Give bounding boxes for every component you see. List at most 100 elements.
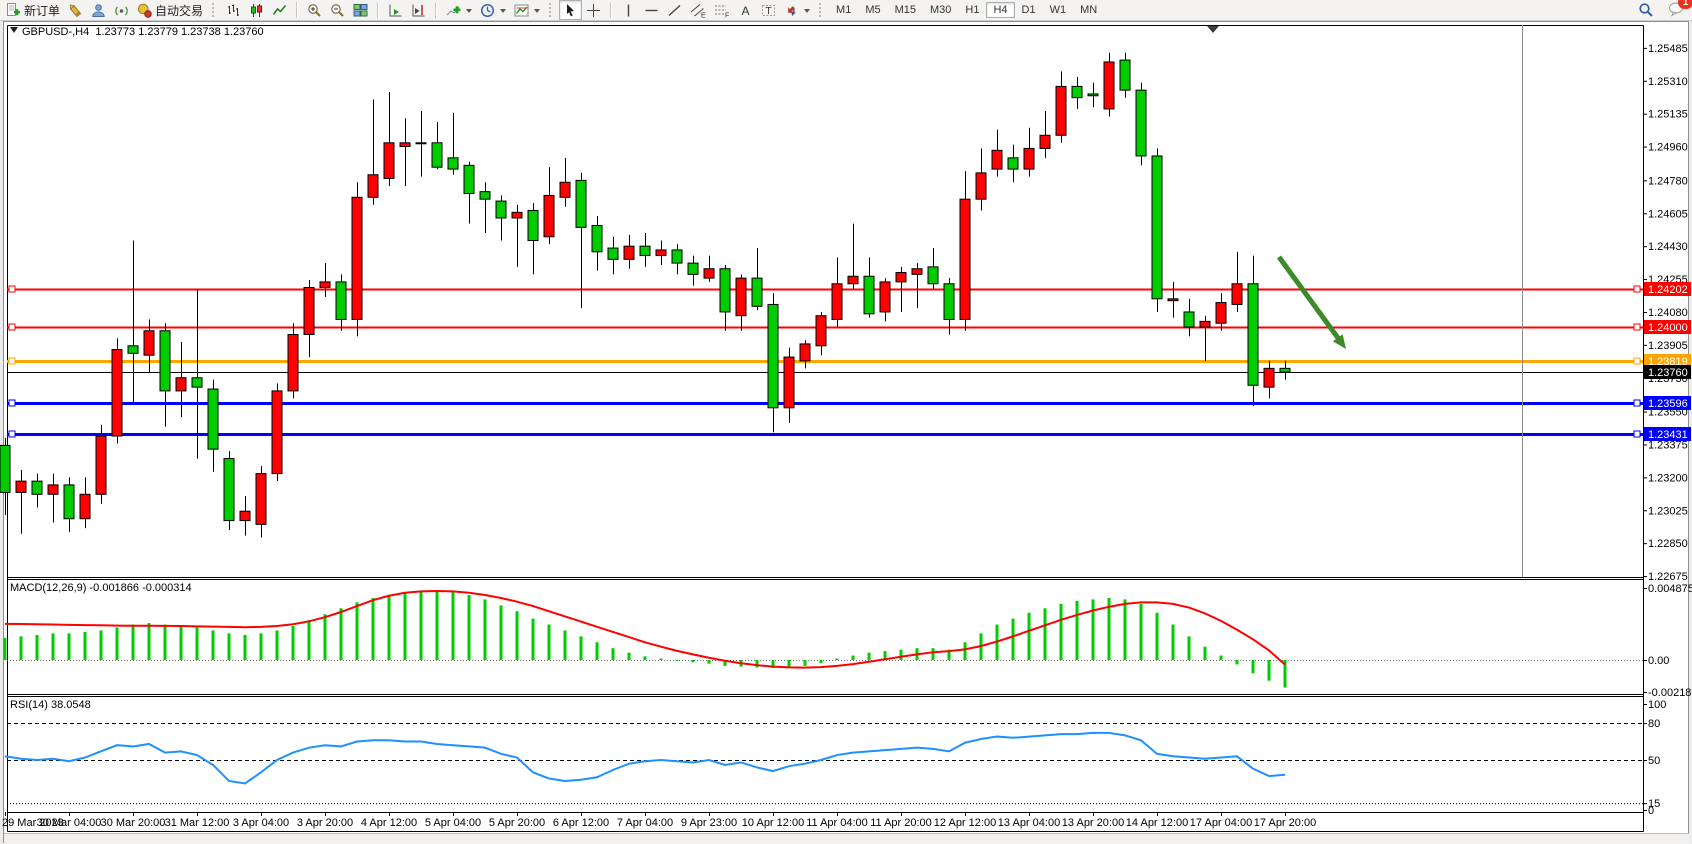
new-order-button[interactable]: 新订单 (2, 0, 64, 20)
candle[interactable] (880, 282, 890, 312)
candle[interactable] (496, 201, 506, 218)
candle[interactable] (256, 474, 266, 525)
candle[interactable] (336, 282, 346, 320)
candle[interactable] (976, 173, 986, 199)
candle[interactable] (48, 485, 58, 494)
line-handle[interactable] (9, 400, 15, 406)
chat-button[interactable]: 1 (1668, 1, 1686, 20)
line-handle[interactable] (1634, 431, 1640, 437)
crayon-button[interactable] (64, 0, 87, 20)
candle[interactable] (400, 143, 410, 147)
candle[interactable] (1248, 284, 1258, 386)
arrows-button[interactable] (780, 0, 814, 20)
candle[interactable] (848, 276, 858, 284)
candle[interactable] (752, 278, 762, 306)
candle[interactable] (1024, 148, 1034, 169)
text-label-button[interactable]: T (757, 0, 780, 20)
search-button[interactable] (1634, 0, 1658, 20)
candle[interactable] (1120, 60, 1130, 90)
candle[interactable] (288, 335, 298, 391)
line-handle[interactable] (1634, 324, 1640, 330)
crosshair-button[interactable] (582, 0, 605, 20)
candle[interactable] (368, 175, 378, 198)
candle[interactable] (0, 445, 10, 492)
candle[interactable] (560, 182, 570, 197)
tab-timeframe-m15[interactable]: M15 (888, 2, 923, 18)
candle[interactable] (432, 143, 442, 167)
candle[interactable] (112, 350, 122, 436)
candle[interactable] (672, 250, 682, 263)
line-handle[interactable] (9, 431, 15, 437)
candle[interactable] (944, 284, 954, 320)
candle[interactable] (416, 143, 426, 144)
candle[interactable] (192, 378, 202, 387)
timeframes-menu-button[interactable] (476, 0, 510, 20)
candle[interactable] (1264, 368, 1274, 387)
tab-timeframe-mn[interactable]: MN (1073, 2, 1104, 18)
candle[interactable] (1168, 299, 1178, 301)
horizontal-scrollbar[interactable] (4, 833, 1689, 844)
candle[interactable] (1152, 156, 1162, 299)
candle[interactable] (656, 250, 666, 256)
line-handle[interactable] (9, 324, 15, 330)
chart-canvas[interactable]: 1.254851.253101.251351.249601.247801.246… (0, 0, 1692, 844)
candle[interactable] (272, 391, 282, 474)
candle[interactable] (208, 389, 218, 449)
candle[interactable] (832, 284, 842, 320)
candle[interactable] (64, 485, 74, 519)
templates-button[interactable] (510, 0, 544, 20)
candle[interactable] (528, 210, 538, 240)
candle[interactable] (1104, 62, 1114, 109)
line-handle[interactable] (1634, 358, 1640, 364)
candle[interactable] (352, 197, 362, 319)
candle[interactable] (1216, 303, 1226, 324)
chart-shift-button[interactable] (407, 0, 430, 20)
candle[interactable] (1088, 94, 1098, 96)
tab-timeframe-w1[interactable]: W1 (1043, 2, 1074, 18)
candle[interactable] (576, 180, 586, 227)
profile-button[interactable] (87, 0, 110, 20)
candle[interactable] (592, 225, 602, 251)
candle[interactable] (448, 158, 458, 169)
text-button[interactable]: A (734, 0, 757, 20)
bar-chart-button[interactable] (222, 0, 245, 20)
candle[interactable] (736, 278, 746, 316)
trendline-button[interactable] (663, 0, 686, 20)
cursor-button[interactable] (559, 0, 582, 20)
candle[interactable] (928, 267, 938, 284)
zoom-out-button[interactable] (326, 0, 349, 20)
indicators-button[interactable] (442, 0, 476, 20)
candle[interactable] (1056, 86, 1066, 135)
candle[interactable] (16, 481, 26, 492)
tab-timeframe-m5[interactable]: M5 (858, 2, 887, 18)
candle[interactable] (1200, 321, 1210, 327)
candle[interactable] (960, 199, 970, 319)
candle[interactable] (80, 494, 90, 518)
candle[interactable] (1184, 312, 1194, 327)
candle[interactable] (96, 436, 106, 494)
candle[interactable] (512, 212, 522, 218)
candle[interactable] (816, 316, 826, 346)
candle[interactable] (912, 269, 922, 275)
candle[interactable] (784, 357, 794, 408)
candle[interactable] (1072, 86, 1082, 97)
line-handle[interactable] (9, 286, 15, 292)
candle[interactable] (864, 276, 874, 314)
tab-timeframe-h1[interactable]: H1 (958, 2, 986, 18)
candle[interactable] (768, 304, 778, 407)
candle[interactable] (224, 459, 234, 521)
signals-button[interactable] (110, 0, 133, 20)
candle[interactable] (544, 195, 554, 236)
candle[interactable] (144, 331, 154, 355)
horizontal-line-button[interactable] (640, 0, 663, 20)
candle[interactable] (1136, 90, 1146, 156)
equidistant-channel-button[interactable]: E (686, 0, 710, 20)
candle[interactable] (1008, 158, 1018, 169)
candlestick-chart-button[interactable] (245, 0, 268, 20)
candle[interactable] (992, 150, 1002, 169)
line-handle[interactable] (9, 358, 15, 364)
candle[interactable] (384, 143, 394, 179)
line-handle[interactable] (1634, 286, 1640, 292)
candle[interactable] (176, 378, 186, 391)
candle[interactable] (480, 192, 490, 200)
